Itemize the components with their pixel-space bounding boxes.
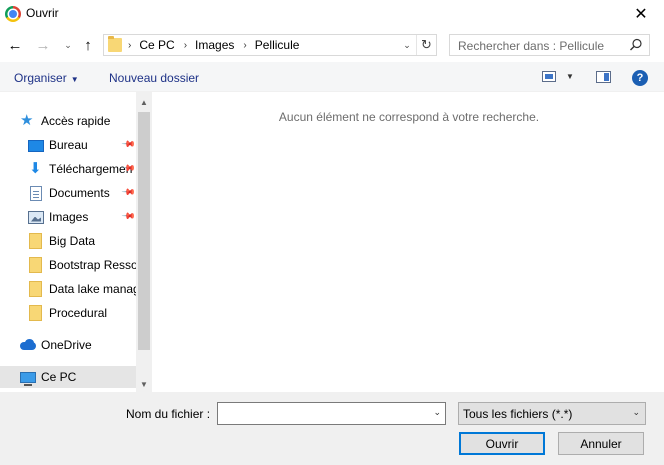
navigation-bar: ← → ⌄ ↑ › Ce PC › Images › Pellicule ⌄ ↻…: [0, 28, 664, 62]
chevron-down-icon: ⌄: [64, 39, 72, 50]
pin-icon[interactable]: 📌: [121, 185, 136, 201]
refresh-button[interactable]: ↻: [416, 35, 436, 55]
breadcrumb-item[interactable]: Ce PC: [139, 38, 174, 52]
breadcrumb-separator-icon[interactable]: ›: [243, 40, 246, 51]
scroll-down-button[interactable]: ▼: [136, 376, 152, 392]
sidebar-item-label: Bureau: [49, 138, 88, 152]
sidebar-item-label: Accès rapide: [41, 114, 111, 128]
computer-icon: [20, 371, 36, 386]
close-icon: ✕: [634, 6, 648, 23]
chevron-down-icon[interactable]: ⌄: [433, 407, 441, 418]
forward-button[interactable]: →: [34, 36, 52, 54]
arrow-left-icon: ←: [7, 36, 23, 54]
open-button-label: Ouvrir: [485, 436, 519, 451]
new-folder-label: Nouveau dossier: [109, 71, 200, 85]
star-icon: [20, 111, 36, 129]
pin-icon[interactable]: 📌: [121, 137, 136, 153]
help-icon[interactable]: ?: [632, 70, 648, 86]
sidebar-item-this-pc[interactable]: Ce PC: [0, 366, 136, 388]
pin-icon[interactable]: 📌: [121, 209, 136, 225]
search-icon[interactable]: [629, 38, 643, 52]
sidebar-item-label: OneDrive: [41, 338, 92, 352]
arrow-up-icon: ↑: [84, 36, 92, 54]
window-title: Ouvrir: [26, 6, 59, 20]
new-folder-button[interactable]: Nouveau dossier: [109, 71, 199, 85]
scrollbar-thumb[interactable]: [138, 112, 150, 350]
address-dropdown-button[interactable]: ⌄: [400, 37, 414, 53]
cancel-button-label: Annuler: [580, 436, 622, 451]
file-list[interactable]: Aucun élément ne correspond à votre rech…: [153, 92, 664, 392]
cloud-icon: [20, 337, 36, 353]
sidebar-item-label: Images: [49, 210, 89, 224]
sidebar-item-label: Ce PC: [41, 370, 77, 384]
arrow-right-icon: →: [35, 36, 51, 54]
sidebar-item-quick-access[interactable]: Accès rapide: [20, 110, 136, 132]
sidebar-item-big-data[interactable]: Big Data: [29, 230, 136, 252]
open-button[interactable]: Ouvrir: [459, 432, 545, 455]
breadcrumb: › Ce PC › Images › Pellicule: [128, 38, 308, 52]
address-bar[interactable]: › Ce PC › Images › Pellicule ⌄ ↻: [103, 34, 437, 56]
refresh-icon: ↻: [421, 37, 432, 52]
filename-field[interactable]: ⌄: [217, 402, 446, 425]
sidebar-item-procedural[interactable]: Procedural: [29, 302, 136, 324]
sidebar-item-desktop[interactable]: Bureau 📌: [28, 134, 136, 156]
desktop-icon: [28, 140, 44, 152]
sidebar-item-label: Big Data: [49, 234, 96, 248]
breadcrumb-item[interactable]: Images: [195, 38, 234, 52]
chevron-down-icon: ▼: [140, 379, 148, 389]
images-icon: [28, 210, 44, 224]
sidebar-item-label: Procedural: [49, 306, 108, 320]
sidebar-item-onedrive[interactable]: OneDrive: [20, 334, 136, 356]
filename-label: Nom du fichier :: [126, 407, 211, 421]
sidebar-item-label: Data lake management: [49, 282, 136, 296]
folder-icon: [29, 257, 42, 273]
chevron-down-icon: ⌄: [632, 407, 640, 417]
folder-icon: [29, 281, 42, 297]
sidebar-item-label: Bootstrap Ressources: [49, 258, 136, 272]
help-label: ?: [636, 72, 644, 84]
view-options-caret-icon[interactable]: ▼: [566, 72, 574, 81]
document-icon: [30, 185, 42, 201]
search-input[interactable]: Rechercher dans : Pellicule: [458, 39, 604, 53]
file-type-select[interactable]: Tous les fichiers (*.*) ⌄: [458, 402, 646, 425]
sidebar-item-data-lake[interactable]: Data lake management: [29, 278, 136, 300]
navigation-scrollbar[interactable]: ▲ ▼: [136, 92, 152, 392]
folder-icon: [29, 233, 42, 249]
command-bar: Organiser ▼ Nouveau dossier ▼ ?: [0, 62, 664, 92]
back-button[interactable]: ←: [6, 36, 24, 54]
navigation-pane: Accès rapide Bureau 📌 Téléchargements 📌 …: [0, 92, 152, 392]
caret-down-icon: ▼: [70, 75, 79, 84]
chevron-up-icon: ▲: [140, 97, 148, 107]
chrome-icon: [5, 6, 21, 22]
folder-icon: [29, 305, 42, 321]
sidebar-item-downloads[interactable]: Téléchargements 📌: [28, 158, 136, 180]
dialog-footer: Nom du fichier : ⌄ Tous les fichiers (*.…: [0, 392, 664, 465]
empty-state-message: Aucun élément ne correspond à votre rech…: [278, 110, 540, 124]
file-type-value: Tous les fichiers (*.*): [463, 407, 573, 421]
breadcrumb-separator-icon[interactable]: ›: [184, 40, 187, 51]
preview-pane-icon[interactable]: [596, 71, 611, 83]
close-button[interactable]: ✕: [618, 0, 664, 28]
sidebar-item-documents[interactable]: Documents 📌: [28, 182, 136, 204]
scroll-up-button[interactable]: ▲: [136, 94, 152, 110]
breadcrumb-separator-icon[interactable]: ›: [128, 40, 131, 51]
sidebar-item-label: Documents: [49, 186, 110, 200]
up-button[interactable]: ↑: [79, 36, 97, 54]
sidebar-item-bootstrap[interactable]: Bootstrap Ressources: [29, 254, 136, 276]
title-bar: Ouvrir ✕: [0, 0, 664, 28]
breadcrumb-item[interactable]: Pellicule: [255, 38, 300, 52]
folder-icon: [108, 36, 122, 52]
download-icon: [28, 159, 44, 177]
search-box[interactable]: Rechercher dans : Pellicule: [449, 34, 650, 56]
organise-label: Organiser: [14, 71, 67, 85]
chevron-down-icon: ⌄: [403, 39, 411, 50]
cancel-button[interactable]: Annuler: [558, 432, 644, 455]
recent-locations-button[interactable]: ⌄: [62, 36, 74, 54]
sidebar-item-images[interactable]: Images 📌: [28, 206, 136, 228]
organise-button[interactable]: Organiser ▼: [14, 71, 79, 85]
change-view-icon[interactable]: [542, 71, 556, 82]
